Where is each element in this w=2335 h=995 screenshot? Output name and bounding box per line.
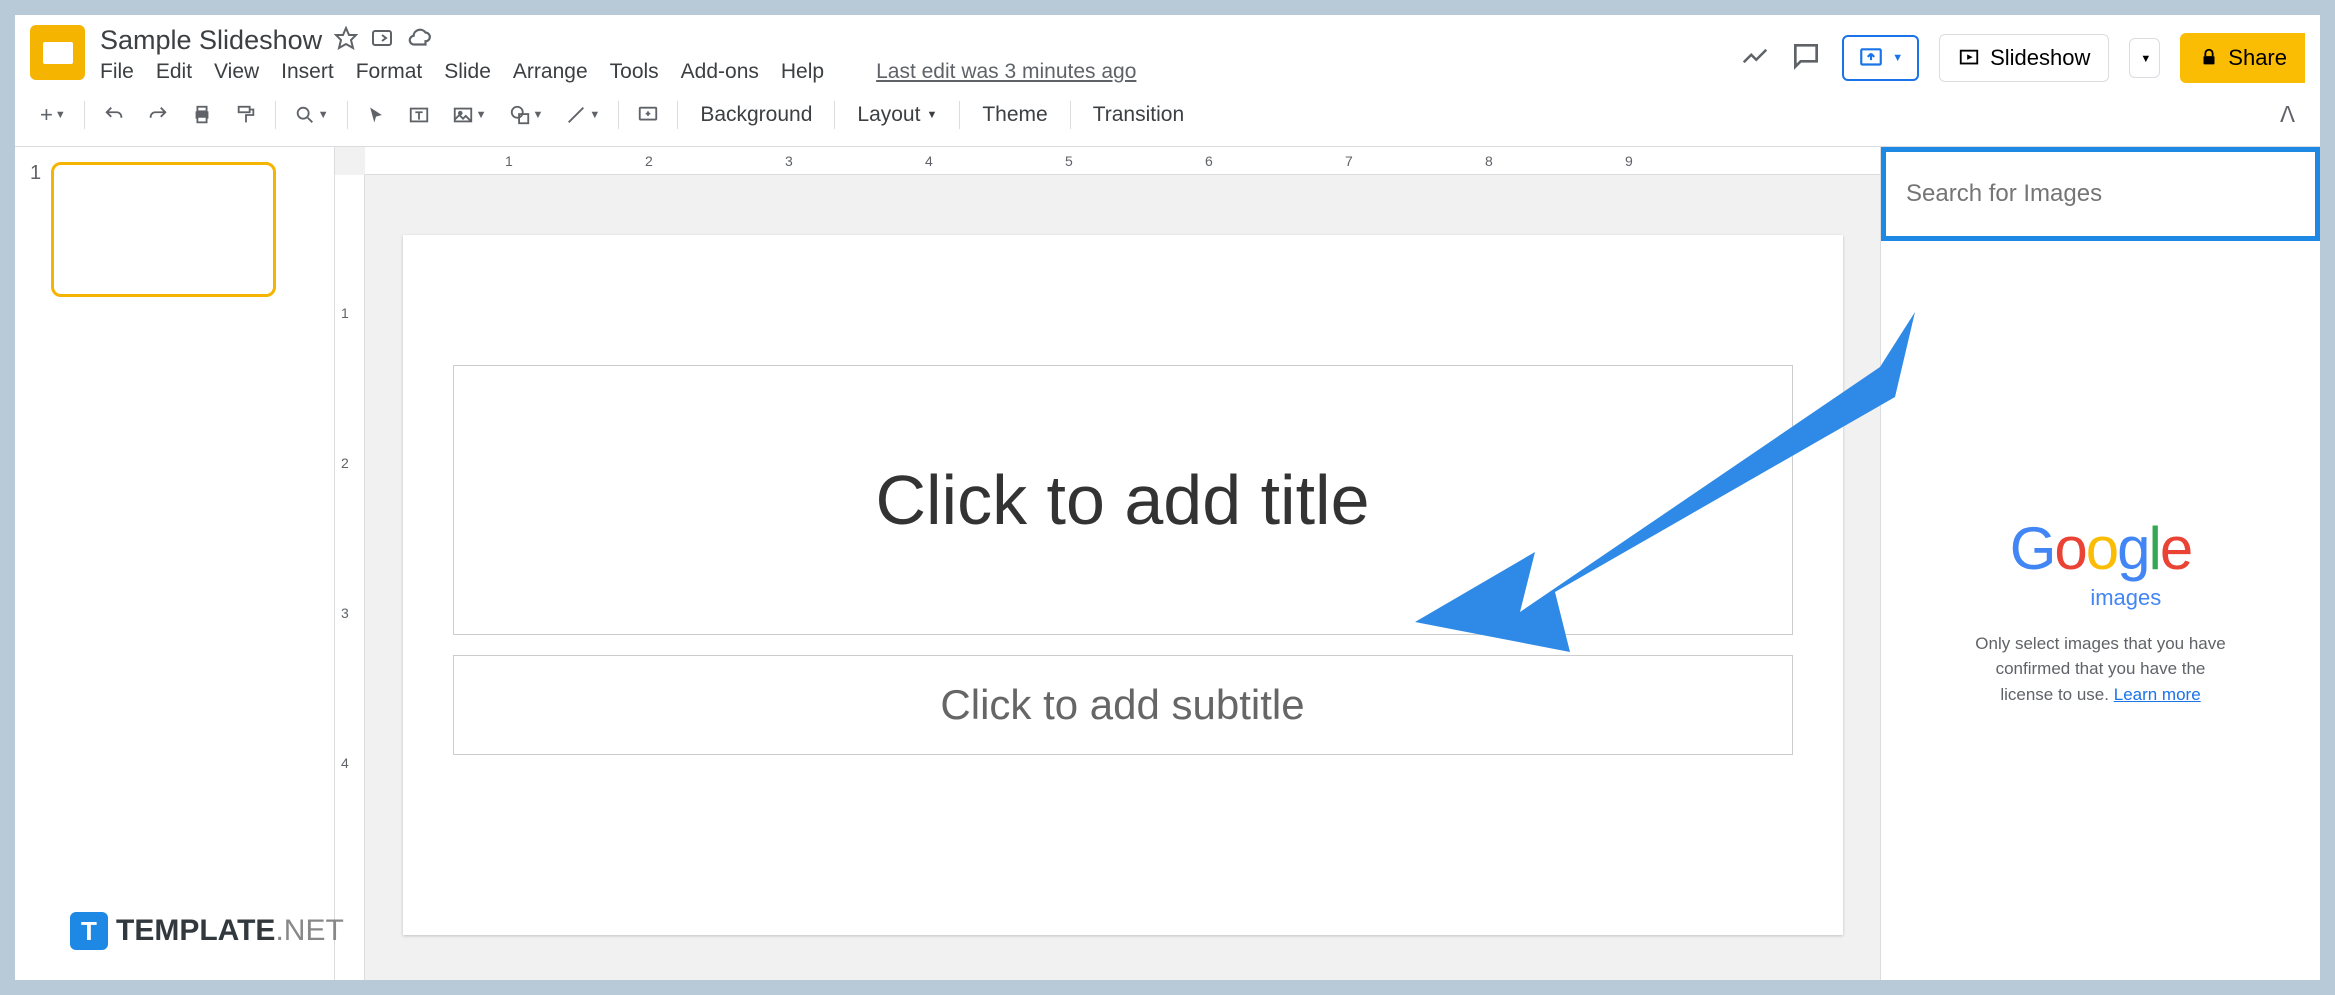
menu-file[interactable]: File xyxy=(100,60,134,84)
select-tool[interactable] xyxy=(356,97,396,133)
google-images-label: images xyxy=(2090,585,2161,611)
paint-format-button[interactable] xyxy=(225,96,267,134)
thumbnail-panel: 1 xyxy=(15,147,335,980)
redo-button[interactable] xyxy=(137,96,179,134)
thumb-number: 1 xyxy=(30,162,41,297)
slideshow-button[interactable]: Slideshow xyxy=(1939,34,2109,82)
watermark: T TEMPLATE.NET xyxy=(70,912,344,950)
watermark-badge-icon: T xyxy=(70,912,108,950)
star-icon[interactable] xyxy=(334,26,358,55)
doc-title[interactable]: Sample Slideshow xyxy=(100,25,322,56)
print-button[interactable] xyxy=(181,96,223,134)
slide-thumbnail[interactable] xyxy=(51,162,276,297)
horizontal-ruler: 123456789 xyxy=(365,147,1880,175)
present-to-all-button[interactable]: ▼ xyxy=(1842,35,1919,81)
vertical-ruler: 1234 xyxy=(335,175,365,980)
slideshow-label: Slideshow xyxy=(1990,45,2090,71)
google-logo: Google xyxy=(2010,514,2192,583)
menu-edit[interactable]: Edit xyxy=(156,60,192,84)
textbox-tool[interactable] xyxy=(398,96,440,134)
subtitle-placeholder[interactable]: Click to add subtitle xyxy=(453,655,1793,755)
activity-icon[interactable] xyxy=(1740,41,1770,76)
menu-addons[interactable]: Add-ons xyxy=(681,60,759,84)
menu-format[interactable]: Format xyxy=(356,60,423,84)
search-highlight-box xyxy=(1881,147,2320,241)
layout-button[interactable]: Layout▼ xyxy=(843,95,951,135)
transition-button[interactable]: Transition xyxy=(1079,95,1198,135)
license-disclaimer: Only select images that you have confirm… xyxy=(1975,631,2225,708)
new-slide-button[interactable]: + ▼ xyxy=(30,94,76,136)
menu-view[interactable]: View xyxy=(214,60,259,84)
theme-button[interactable]: Theme xyxy=(968,95,1061,135)
move-icon[interactable] xyxy=(370,26,394,55)
comments-icon[interactable] xyxy=(1790,40,1822,77)
slides-logo[interactable] xyxy=(30,25,85,80)
chevron-down-icon: ▼ xyxy=(1892,52,1903,64)
title-placeholder[interactable]: Click to add title xyxy=(453,365,1793,635)
shape-tool[interactable]: ▼ xyxy=(499,96,554,134)
menu-slide[interactable]: Slide xyxy=(444,60,491,84)
last-edit-link[interactable]: Last edit was 3 minutes ago xyxy=(876,60,1136,84)
slide-canvas[interactable]: Click to add title Click to add subtitle xyxy=(403,235,1843,935)
share-button[interactable]: Share xyxy=(2180,33,2305,83)
cloud-icon[interactable] xyxy=(406,25,432,56)
menu-arrange[interactable]: Arrange xyxy=(513,60,588,84)
menu-tools[interactable]: Tools xyxy=(610,60,659,84)
search-images-input[interactable] xyxy=(1886,152,2315,236)
collapse-toolbar-icon[interactable]: ᐱ xyxy=(2270,94,2305,136)
line-tool[interactable]: ▼ xyxy=(555,96,610,134)
slideshow-dropdown[interactable]: ▼ xyxy=(2129,38,2160,78)
comment-button[interactable] xyxy=(627,96,669,134)
share-label: Share xyxy=(2228,45,2287,71)
menu-help[interactable]: Help xyxy=(781,60,824,84)
zoom-button[interactable]: ▼ xyxy=(284,96,339,134)
explore-side-panel: Google images Only select images that yo… xyxy=(1880,147,2320,980)
undo-button[interactable] xyxy=(93,96,135,134)
background-button[interactable]: Background xyxy=(686,95,826,135)
menu-insert[interactable]: Insert xyxy=(281,60,334,84)
learn-more-link[interactable]: Learn more xyxy=(2114,685,2201,704)
toolbar: + ▼ ▼ ▼ ▼ ▼ Background Layout▼ Theme Tra… xyxy=(15,84,2320,147)
image-tool[interactable]: ▼ xyxy=(442,96,497,134)
